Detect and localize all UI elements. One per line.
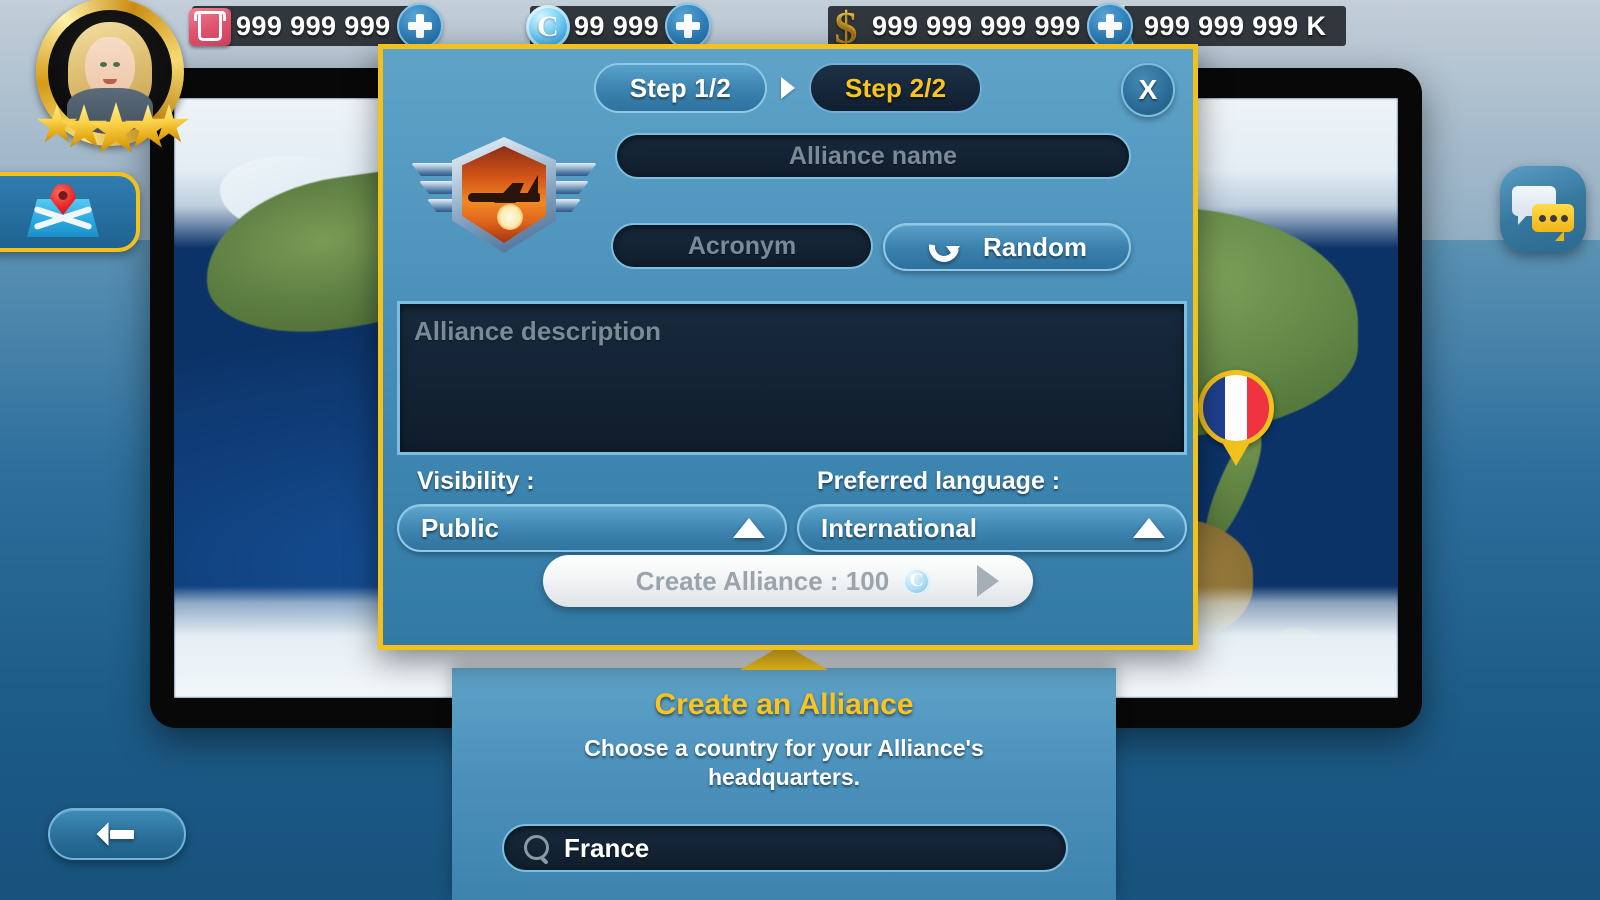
- resource-tshirt: 999 999 999: [189, 3, 443, 49]
- avatar[interactable]: [28, 0, 192, 160]
- tab-step-2[interactable]: Step 2/2: [809, 63, 983, 113]
- player-star-rating: [34, 100, 190, 158]
- alliance-description-placeholder: Alliance description: [414, 316, 662, 346]
- refresh-icon: [927, 230, 961, 264]
- create-alliance-label: Create Alliance : 100: [635, 565, 890, 596]
- search-icon: [524, 835, 550, 861]
- panel-subtitle: Choose a country for your Alliance's hea…: [584, 735, 984, 790]
- close-button[interactable]: X: [1121, 63, 1175, 117]
- map-button[interactable]: [0, 172, 140, 252]
- add-dollar-button[interactable]: [1086, 3, 1133, 49]
- map-icon: [23, 184, 103, 237]
- star-icon: [89, 102, 143, 153]
- step-1-label: Step 1/2: [629, 72, 731, 103]
- visibility-select[interactable]: Public: [397, 504, 787, 552]
- country-selection-panel: Create an Alliance Choose a country for …: [452, 644, 1116, 900]
- resource-coin: C 99 999: [526, 3, 711, 49]
- coin-icon: C: [903, 567, 931, 595]
- language-select[interactable]: International: [797, 504, 1187, 552]
- step-indicator: Step 1/2 Step 2/2: [383, 63, 1193, 113]
- random-button[interactable]: Random: [883, 223, 1131, 271]
- chevron-up-icon: [1133, 518, 1165, 538]
- chevron-right-icon: [781, 77, 795, 99]
- close-icon: X: [1138, 74, 1158, 105]
- france-flag-icon: [1198, 370, 1274, 446]
- visibility-label: Visibility :: [417, 467, 535, 495]
- emblem-shield-icon: [452, 137, 556, 253]
- visibility-group: Visibility : Public: [397, 467, 787, 552]
- create-alliance-dialog: Step 1/2 Step 2/2 X Alliance name Acrony…: [378, 44, 1198, 650]
- visibility-value: Public: [421, 512, 500, 543]
- chat-button[interactable]: [1500, 166, 1586, 252]
- map-marker-france[interactable]: [1198, 370, 1274, 466]
- country-search-input[interactable]: France: [502, 824, 1068, 872]
- chevron-right-icon: [977, 565, 999, 597]
- marker-tip: [1223, 444, 1249, 466]
- alliance-name-input[interactable]: Alliance name: [615, 133, 1131, 179]
- back-button[interactable]: [48, 808, 186, 860]
- random-button-label: Random: [983, 231, 1087, 262]
- language-value: International: [821, 512, 978, 543]
- alliance-description-textarea[interactable]: Alliance description: [397, 301, 1187, 455]
- tab-step-1[interactable]: Step 1/2: [593, 63, 767, 113]
- alliance-name-placeholder: Alliance name: [788, 141, 958, 170]
- add-tshirt-button[interactable]: [396, 3, 443, 49]
- country-search-value: France: [564, 832, 650, 863]
- acronym-input[interactable]: Acronym: [611, 223, 873, 269]
- alliance-emblem[interactable]: [411, 137, 597, 253]
- chat-icon: [1512, 184, 1574, 241]
- chevron-up-icon: [733, 518, 765, 538]
- resource-dollar: $ 999 999 999 999: [828, 2, 1133, 53]
- add-coin-button[interactable]: [664, 3, 711, 49]
- create-alliance-button[interactable]: Create Alliance : 100 C: [543, 555, 1033, 607]
- back-arrow-icon: [100, 822, 134, 846]
- panel-title: Create an Alliance: [654, 688, 914, 721]
- language-group: Preferred language : International: [797, 467, 1187, 552]
- language-label: Preferred language :: [817, 467, 1061, 495]
- step-2-label: Step 2/2: [845, 72, 947, 103]
- resource-research: 999 999 999 K: [1100, 5, 1347, 49]
- emblem-airplane-icon: [468, 174, 542, 211]
- acronym-placeholder: Acronym: [687, 231, 797, 260]
